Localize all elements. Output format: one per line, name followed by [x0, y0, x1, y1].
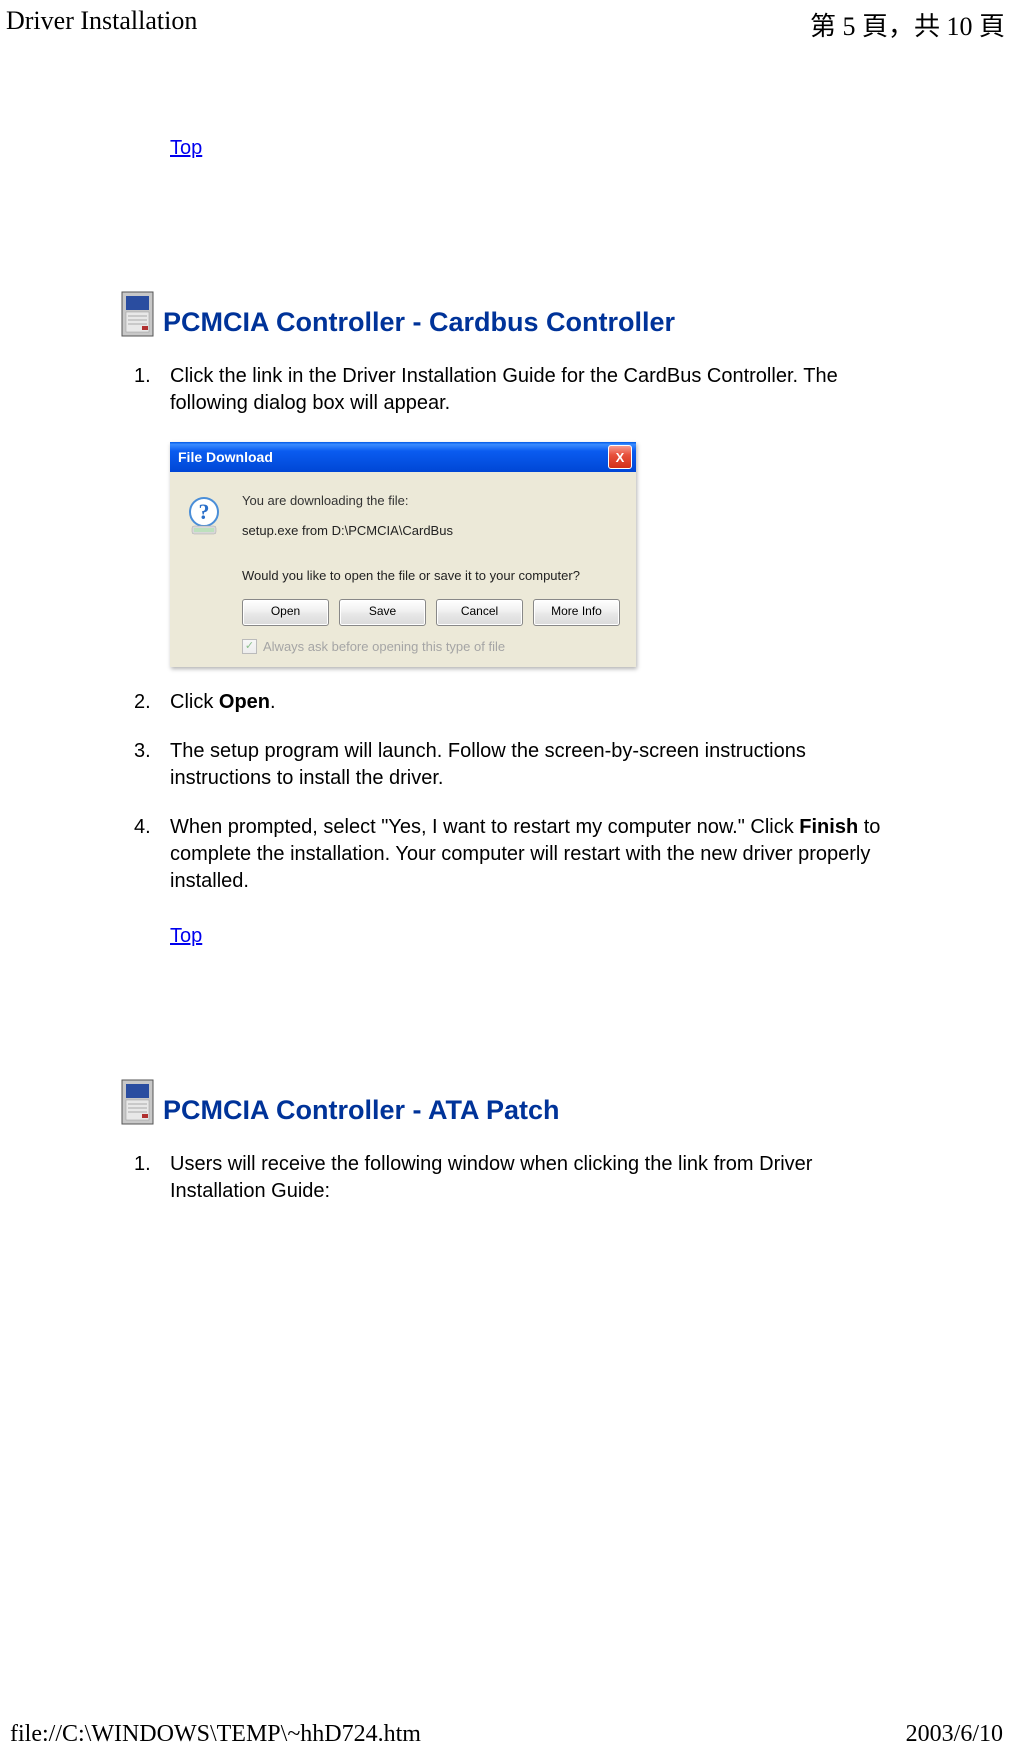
page-footer: file://C:\WINDOWS\TEMP\~hhD724.htm 2003/…: [0, 1715, 1013, 1754]
more-info-button[interactable]: More Info: [533, 599, 620, 626]
dialog-line1: You are downloading the file:: [242, 492, 624, 510]
section-title-cardbus: PCMCIA Controller - Cardbus Controller: [163, 307, 675, 338]
question-icon: ?: [182, 492, 226, 655]
always-ask-checkbox[interactable]: ✓: [242, 639, 257, 654]
step-3: The setup program will launch. Follow th…: [134, 738, 893, 792]
close-button[interactable]: X: [608, 445, 632, 469]
open-button[interactable]: Open: [242, 599, 329, 626]
checkbox-label: Always ask before opening this type of f…: [263, 638, 505, 656]
pcmcia-card-icon: [120, 290, 155, 338]
svg-text:?: ?: [199, 499, 210, 524]
page-header: Driver Installation 第 5 頁，共 10 頁: [0, 0, 1013, 47]
save-button[interactable]: Save: [339, 599, 426, 626]
step-text: Users will receive the following window …: [170, 1153, 812, 1202]
step-text-prefix: Click: [170, 691, 219, 713]
cancel-button[interactable]: Cancel: [436, 599, 523, 626]
section-heading-ata: PCMCIA Controller - ATA Patch: [120, 1078, 893, 1126]
footer-left: file://C:\WINDOWS\TEMP\~hhD724.htm: [10, 1721, 421, 1748]
step-text-bold: Finish: [799, 816, 858, 838]
file-download-dialog: File Download X ?: [170, 442, 636, 667]
section-title-ata: PCMCIA Controller - ATA Patch: [163, 1095, 560, 1126]
header-left: Driver Installation: [6, 6, 197, 43]
dialog-line2: setup.exe from D:\PCMCIA\CardBus: [242, 522, 624, 540]
section-heading-cardbus: PCMCIA Controller - Cardbus Controller: [120, 290, 893, 338]
step-text: The setup program will launch. Follow th…: [170, 740, 806, 789]
step-1: Click the link in the Driver Installatio…: [134, 363, 893, 667]
top-link[interactable]: Top: [170, 137, 893, 160]
step-text-prefix: When prompted, select "Yes, I want to re…: [170, 816, 799, 838]
dialog-titlebar: File Download X: [170, 442, 636, 472]
footer-right: 2003/6/10: [906, 1721, 1003, 1748]
steps-list-ata: Users will receive the following window …: [134, 1151, 893, 1205]
step-text-bold: Open: [219, 691, 270, 713]
step-2: Click Open.: [134, 689, 893, 716]
dialog-question: Would you like to open the file or save …: [242, 567, 624, 585]
header-right: 第 5 頁，共 10 頁: [810, 6, 1005, 43]
steps-list-cardbus: Click the link in the Driver Installatio…: [134, 363, 893, 895]
step-4: When prompted, select "Yes, I want to re…: [134, 814, 893, 895]
step-text-suffix: .: [270, 691, 276, 713]
dialog-title: File Download: [178, 448, 273, 467]
top-link[interactable]: Top: [170, 925, 893, 948]
step-text: Click the link in the Driver Installatio…: [170, 365, 838, 414]
dialog-screenshot: File Download X ?: [170, 442, 893, 667]
step-1: Users will receive the following window …: [134, 1151, 893, 1205]
pcmcia-card-icon: [120, 1078, 155, 1126]
